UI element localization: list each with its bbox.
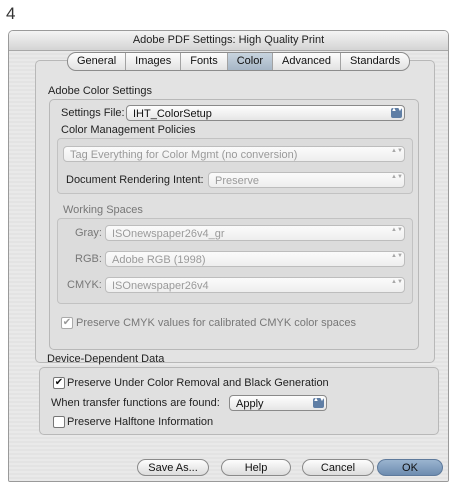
tab-color[interactable]: Color	[226, 53, 273, 70]
cancel-button[interactable]: Cancel	[302, 459, 374, 476]
device-data-heading: Device-Dependent Data	[47, 353, 165, 365]
settings-file-popup[interactable]: IHT_ColorSetup ▲▼	[126, 105, 405, 121]
color-management-policies-heading: Color Management Policies	[61, 124, 196, 136]
settings-file-label: Settings File:	[61, 107, 125, 119]
window-title: Adobe PDF Settings: High Quality Print	[9, 31, 448, 51]
help-button[interactable]: Help	[221, 459, 291, 476]
cmyk-popup[interactable]: ISOnewspaper26v4 ▲▼	[105, 277, 405, 293]
gray-label: Gray:	[75, 227, 102, 239]
preserve-halftone-checkbox[interactable]	[53, 416, 65, 428]
save-as-button[interactable]: Save As...	[137, 459, 209, 476]
preserve-ucr-label: Preserve Under Color Removal and Black G…	[67, 377, 329, 389]
cmyk-label: CMYK:	[67, 279, 102, 291]
tab-images[interactable]: Images	[125, 53, 180, 70]
popup-arrows-icon: ▲▼	[391, 148, 403, 154]
gray-popup[interactable]: ISOnewspaper26v4_gr ▲▼	[105, 225, 405, 241]
popup-arrows-icon: ▲▼	[313, 397, 325, 408]
tab-fonts[interactable]: Fonts	[180, 53, 227, 70]
check-icon: ✔	[62, 317, 72, 328]
tab-bar: General Images Fonts Color Advanced Stan…	[67, 52, 411, 71]
transfer-functions-label: When transfer functions are found:	[51, 397, 220, 409]
tab-advanced[interactable]: Advanced	[272, 53, 340, 70]
rendering-intent-label: Document Rendering Intent:	[66, 174, 204, 186]
rgb-popup[interactable]: Adobe RGB (1998) ▲▼	[105, 251, 405, 267]
cmyk-value: ISOnewspaper26v4	[112, 280, 209, 292]
preserve-cmyk-checkbox[interactable]: ✔	[61, 317, 73, 329]
transfer-functions-popup[interactable]: Apply ▲▼	[229, 395, 327, 411]
working-spaces-heading: Working Spaces	[63, 204, 143, 216]
settings-file-value: IHT_ColorSetup	[133, 108, 212, 120]
policy-popup[interactable]: Tag Everything for Color Mgmt (no conver…	[63, 146, 405, 162]
popup-arrows-icon: ▲▼	[391, 174, 403, 180]
preserve-cmyk-label: Preserve CMYK values for calibrated CMYK…	[76, 317, 356, 329]
rgb-value: Adobe RGB (1998)	[112, 254, 206, 266]
policy-value: Tag Everything for Color Mgmt (no conver…	[70, 149, 298, 161]
popup-arrows-icon: ▲▼	[391, 279, 403, 285]
gray-value: ISOnewspaper26v4_gr	[112, 228, 225, 240]
check-icon: ✔	[54, 377, 64, 388]
page-number: 4	[6, 4, 16, 23]
popup-arrows-icon: ▲▼	[391, 227, 403, 233]
tab-standards[interactable]: Standards	[339, 53, 409, 70]
rendering-intent-value: Preserve	[215, 175, 260, 187]
adobe-pdf-settings-dialog: Adobe PDF Settings: High Quality Print G…	[8, 30, 449, 482]
transfer-functions-value: Apply	[236, 398, 264, 410]
preserve-ucr-checkbox[interactable]: ✔	[53, 377, 65, 389]
popup-arrows-icon: ▲▼	[391, 107, 403, 118]
rgb-label: RGB:	[75, 253, 102, 265]
preserve-halftone-label: Preserve Halftone Information	[67, 416, 214, 428]
popup-arrows-icon: ▲▼	[391, 253, 403, 259]
ok-button[interactable]: OK	[377, 459, 443, 476]
rendering-intent-popup[interactable]: Preserve ▲▼	[208, 172, 405, 188]
tab-general[interactable]: General	[68, 53, 125, 70]
color-settings-heading: Adobe Color Settings	[48, 85, 152, 97]
